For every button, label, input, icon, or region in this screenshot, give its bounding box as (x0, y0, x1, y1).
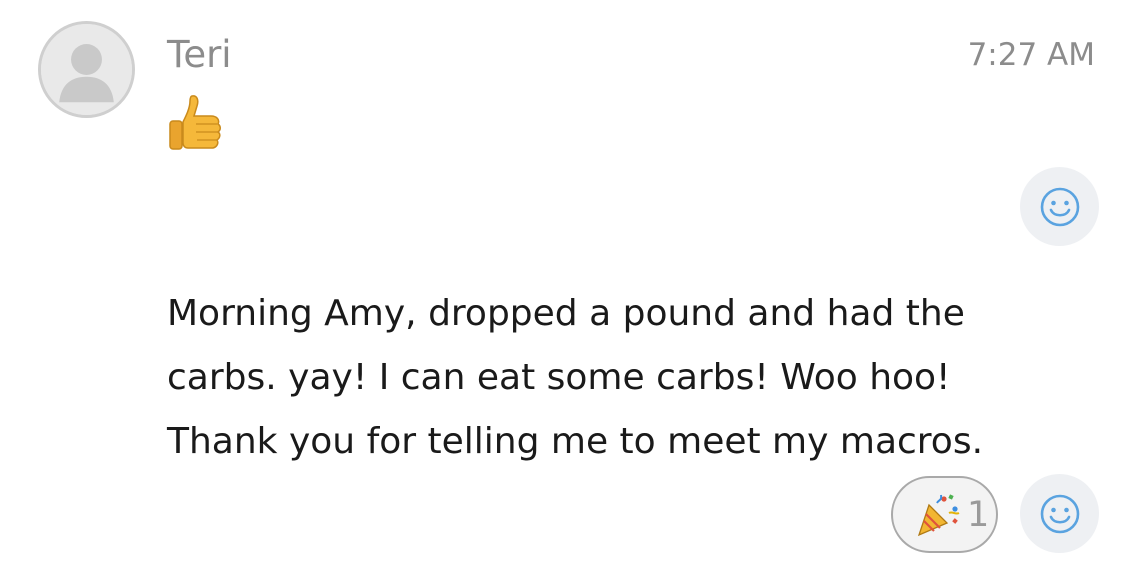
thumbs-up-emoji-icon (169, 95, 221, 150)
sender-name: Teri (167, 33, 232, 76)
emoji-message (166, 92, 226, 154)
party-popper-emoji-icon (917, 493, 960, 536)
default-avatar-silhouette-icon (41, 24, 132, 115)
reaction-count: 1 (967, 494, 990, 535)
add-reaction-button[interactable] (1020, 474, 1099, 553)
add-reaction-button[interactable] (1020, 167, 1099, 246)
message-text: Morning Amy, dropped a pound and had the… (167, 293, 984, 462)
message-timestamp: 7:27 AM (967, 37, 1095, 73)
smiley-face-icon (1040, 187, 1079, 226)
sender-avatar[interactable] (38, 21, 135, 118)
smiley-face-icon (1040, 494, 1079, 533)
party-popper-reaction-chip[interactable]: 1 (891, 476, 998, 553)
message-thread: Teri 7:27 AM Morning Amy, dropped a poun… (0, 0, 1141, 565)
